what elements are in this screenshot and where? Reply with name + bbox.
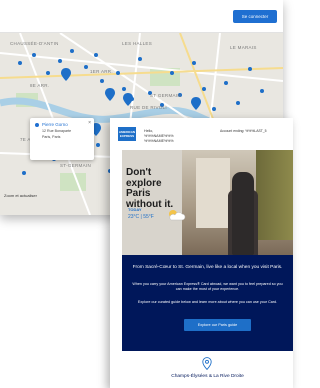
map-popup-card[interactable]: Pierre Gorno 12 Rue Bonaparte Paris, Par…	[30, 118, 94, 160]
email-header: AMERICAN EXPRESS Hello, %%%NAME%%% %%%NA…	[110, 118, 293, 150]
amex-logo: AMERICAN EXPRESS	[118, 127, 136, 141]
district-section: Champs-Élysées & La Rive Droite	[122, 351, 293, 388]
info-panel: From Sacré-Cœur to St. Germain, live lik…	[122, 255, 293, 351]
district-title[interactable]: Champs-Élysées & La Rive Droite	[122, 374, 293, 379]
intro-text: From Sacré-Cœur to St. Germain, live lik…	[132, 265, 283, 270]
greeting: Hello, %%%NAME%%% %%%NAME%%%	[144, 129, 174, 143]
map-label: ST-GERMAIN	[60, 163, 92, 168]
popup-address-line: 12 Rue Bonaparte	[42, 129, 72, 133]
temperature: 23°C | 55°F	[128, 214, 154, 220]
location-dot-icon	[35, 123, 39, 127]
popup-title[interactable]: Pierre Gorno	[42, 122, 68, 127]
map-label: ST GERMAIN	[150, 93, 181, 98]
zoom-refresh-link[interactable]: Zoom et actualiser	[4, 193, 37, 198]
close-icon[interactable]: ×	[88, 120, 91, 126]
map-label: 1ER ARR.	[90, 69, 113, 74]
headline: Don't explore Paris without it.	[126, 167, 174, 210]
account-ending: Account ending: %%%LAST_5	[220, 129, 267, 133]
map-label: 8E ARR.	[30, 83, 50, 88]
map-label: CHAUSSÉE-D'ANTIN	[10, 41, 59, 46]
body-text: When you carry your American Express® Ca…	[132, 282, 283, 291]
location-pin-icon	[202, 357, 212, 370]
today-label: TODAY	[128, 207, 142, 212]
map-label: LE MARAIS	[230, 45, 257, 50]
map-label: LES HALLES	[122, 41, 153, 46]
partly-sunny-icon	[169, 210, 186, 221]
explore-guide-button[interactable]: Explore our Paris guide	[184, 319, 251, 331]
login-button[interactable]: Se connecter	[233, 10, 277, 23]
popup-address-line: Paris, Paris	[42, 135, 61, 139]
top-bar: Se connecter	[0, 0, 283, 33]
email-window: AMERICAN EXPRESS Hello, %%%NAME%%% %%%NA…	[110, 118, 293, 388]
body-text: Explore our curated guide below and lear…	[137, 300, 278, 304]
map-label: RUE DE RIVOLI	[130, 105, 167, 110]
